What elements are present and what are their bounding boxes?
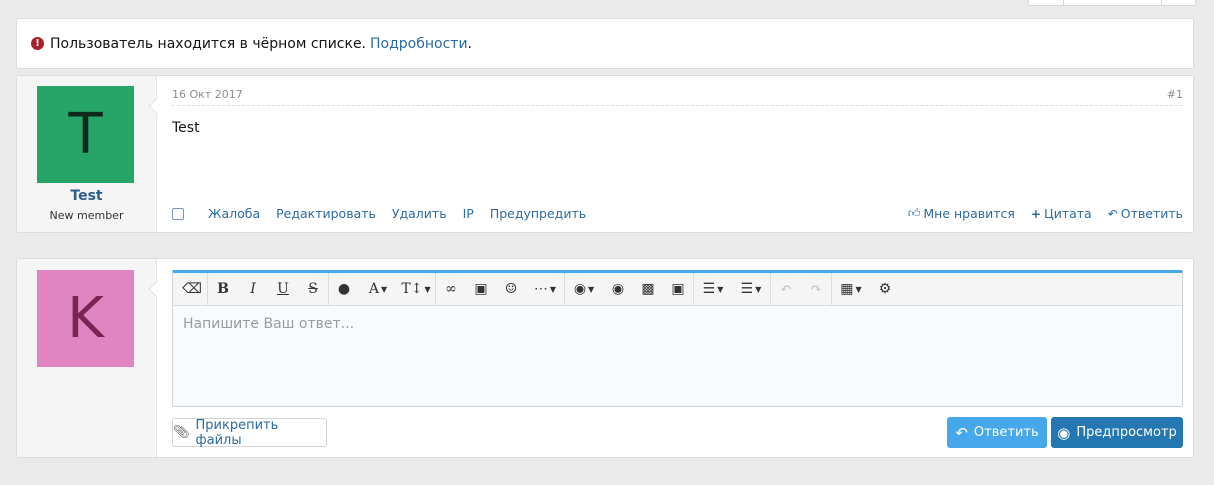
smiley-icon[interactable]: ☺ (496, 273, 526, 306)
align-icon[interactable]: ☰ ▼ (694, 273, 732, 306)
editor-toolbar: ⌫ B I U S ● A▼ T↕▼ ∞ ▣ ☺ ⋯▼ ◉▼ ◉ ▩ ▣ (173, 272, 1182, 306)
remove-format-icon[interactable]: ⌫ (177, 273, 207, 306)
undo-icon[interactable]: ↶ (771, 273, 801, 306)
link-icon[interactable]: ∞ (436, 273, 466, 306)
spoiler-icon[interactable]: ◉ ▼ (565, 273, 603, 306)
bold-icon[interactable]: B (208, 273, 238, 306)
user-title: New member (49, 209, 124, 222)
notice-text: Пользователь находится в чёрном списке. (50, 35, 367, 52)
pagination-jump[interactable] (1063, 0, 1161, 5)
underline-icon[interactable]: U (268, 273, 298, 306)
submit-reply-label: Ответить (973, 425, 1039, 440)
message-meta: 16 Окт 2017 #1 (172, 88, 1183, 106)
save-draft-icon[interactable]: ▦ ▼ (832, 273, 870, 306)
pagination-next[interactable] (1161, 0, 1195, 5)
reply-content: ⌫ B I U S ● A▼ T↕▼ ∞ ▣ ☺ ⋯▼ ◉▼ ◉ ▩ ▣ (157, 259, 1193, 457)
warn-link[interactable]: Предупредить (490, 206, 586, 221)
message-post: T Test New member 16 Окт 2017 #1 Test Жа… (16, 75, 1194, 233)
reply-editor: ⌫ B I U S ● A▼ T↕▼ ∞ ▣ ☺ ⋯▼ ◉▼ ◉ ▩ ▣ (172, 270, 1183, 407)
color-drop-icon[interactable]: ● (329, 273, 359, 306)
quick-reply: K ⌫ B I U S ● A ▼ T↕ ▼ ∞ ▣ ☺ ⋯ ▼ ◉ ▼ ◉ ▩… (16, 258, 1194, 458)
quote-label: Цитата (1043, 206, 1092, 221)
reply-text-area[interactable]: Напишите Ваш ответ... (173, 306, 1182, 406)
message-permalink[interactable]: #1 (1167, 88, 1183, 105)
notice-details-link[interactable]: Подробности (370, 36, 468, 52)
reply-arrow-icon: ↶ (955, 423, 968, 442)
font-size-icon[interactable]: T↕ ▼ (397, 273, 435, 306)
blocklist-notice: ! Пользователь находится в чёрном списке… (16, 18, 1194, 69)
message-content: 16 Окт 2017 #1 Test Жалоба Редактировать… (157, 76, 1193, 232)
username[interactable]: Test (17, 188, 156, 204)
italic-icon[interactable]: I (238, 273, 268, 306)
strikethrough-icon[interactable]: S (298, 273, 328, 306)
image-icon[interactable]: ▣ (466, 273, 496, 306)
preview-button[interactable]: ◉ Предпросмотр (1051, 417, 1183, 448)
more-insert-icon[interactable]: ⋯ ▼ (526, 273, 564, 306)
avatar-letter: T (68, 102, 103, 167)
select-checkbox[interactable] (172, 207, 184, 220)
font-family-icon[interactable]: A ▼ (359, 273, 397, 306)
edit-link[interactable]: Редактировать (276, 206, 376, 221)
message-body: Test (172, 120, 200, 136)
attach-files-button[interactable]: 📎︎ Прикрепить файлы (172, 417, 327, 448)
quote-link[interactable]: + Цитата (1031, 206, 1092, 221)
warning-icon: ! (31, 37, 44, 50)
eye-icon: ◉ (1057, 423, 1071, 442)
message-date[interactable]: 16 Окт 2017 (172, 88, 243, 105)
reply-icon: ↶ (1107, 206, 1118, 221)
paperclip-icon: 📎︎ (173, 425, 190, 440)
notice-period: . (467, 35, 472, 52)
thumbs-up-icon: 👍︎ (907, 206, 921, 220)
delete-link[interactable]: Удалить (392, 206, 447, 221)
avatar[interactable]: T (37, 86, 134, 183)
message-footer: Жалоба Редактировать Удалить IP Предупре… (172, 206, 1183, 221)
plus-icon: + (1030, 206, 1041, 221)
redo-icon[interactable]: ↷ (801, 273, 831, 306)
camera-icon[interactable]: ◉ (603, 273, 633, 306)
like-label: Мне нравится (923, 206, 1015, 221)
reply-avatar-letter: K (67, 286, 104, 351)
reply-label: Ответить (1120, 206, 1183, 221)
report-link[interactable]: Жалоба (208, 206, 260, 221)
lock-icon[interactable]: ▩ (633, 273, 663, 306)
pagination-prev[interactable] (1029, 0, 1063, 5)
top-pagination (1028, 0, 1196, 6)
list-icon[interactable]: ☰ ▼ (732, 273, 770, 306)
media-icon[interactable]: ▣ (663, 273, 693, 306)
reply-link[interactable]: ↶ Ответить (1108, 206, 1183, 221)
submit-reply-button[interactable]: ↶ Ответить (947, 417, 1047, 448)
like-link[interactable]: 👍︎ Мне нравится (908, 206, 1015, 221)
ip-link[interactable]: IP (463, 206, 474, 221)
reply-user-block: K (17, 259, 166, 457)
settings-gear-icon[interactable]: ⚙ (870, 273, 900, 306)
reply-avatar: K (37, 270, 134, 367)
preview-label: Предпросмотр (1076, 425, 1177, 440)
attach-files-label: Прикрепить файлы (195, 417, 279, 448)
message-user-block: T Test New member (17, 76, 166, 232)
